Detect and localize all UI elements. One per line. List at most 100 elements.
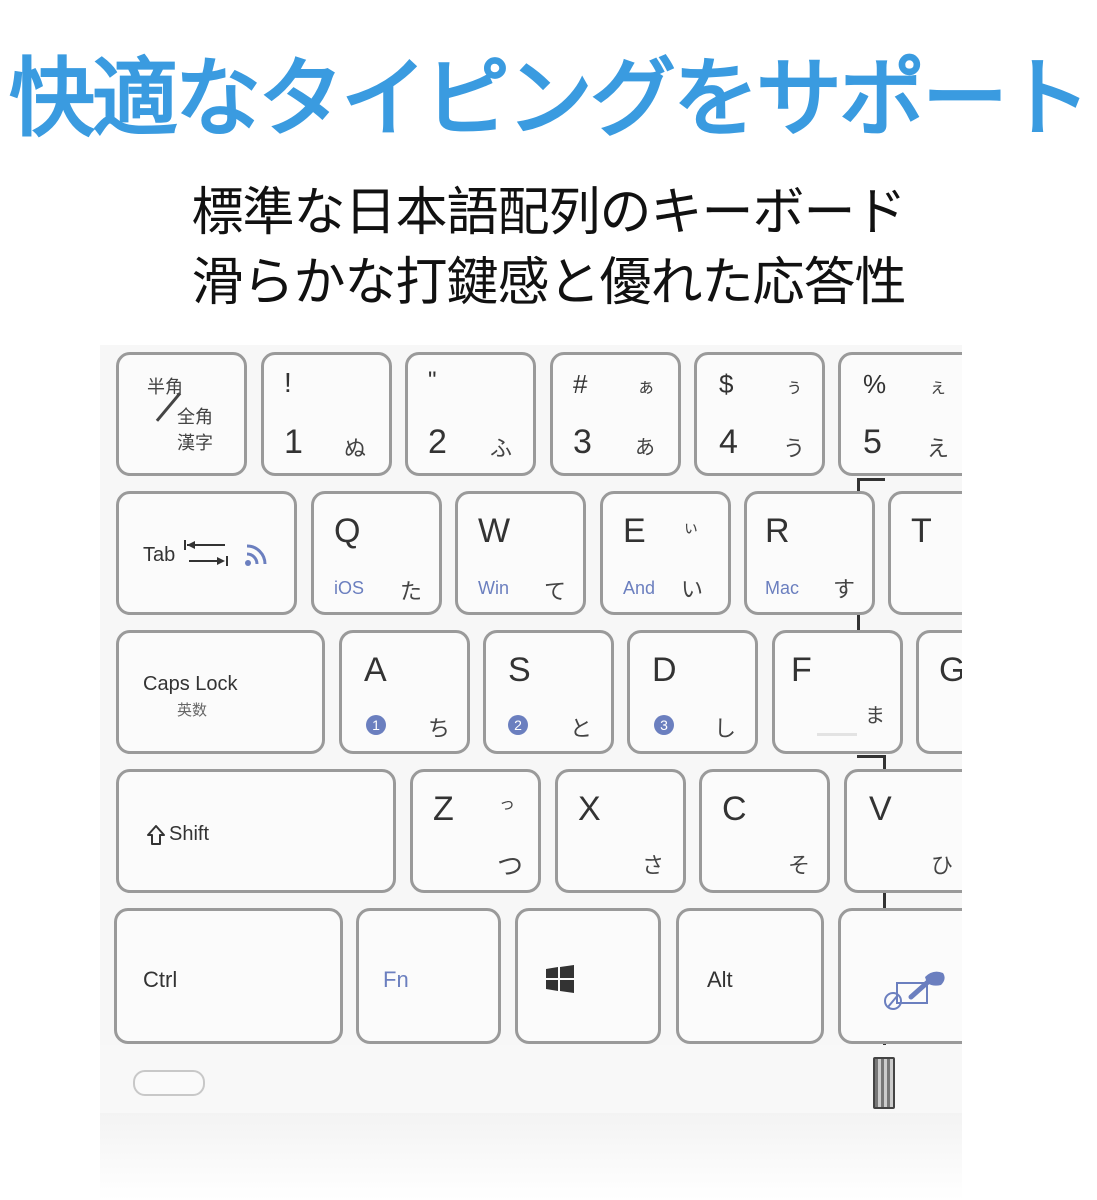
key-label-zenkaku: 全角 (177, 407, 213, 428)
key-kana: そ (788, 854, 811, 879)
key-kana-shift: ぇ (929, 377, 947, 398)
key-main-char: W (478, 512, 511, 550)
key-5[interactable]: % ぇ 5 え (838, 352, 962, 476)
key-kana: ひ (931, 854, 954, 879)
channel-2-badge: 2 (508, 715, 528, 735)
key-main-char: C (722, 790, 747, 828)
key-fn[interactable]: Fn (356, 908, 501, 1044)
key-shift-char: " (428, 367, 437, 394)
key-main-char: 1 (284, 423, 303, 461)
key-main-char: 3 (573, 423, 592, 461)
key-label-alt: Alt (707, 967, 733, 992)
key-kana: つ (497, 852, 524, 882)
key-c[interactable]: C そ (699, 769, 830, 893)
key-main-char: Q (334, 512, 361, 550)
key-3[interactable]: # ぁ 3 あ (550, 352, 681, 476)
key-g[interactable]: G (916, 630, 962, 754)
key-hankaku-zenkaku[interactable]: 半角 全角 漢字 (116, 352, 247, 476)
key-os-label: iOS (334, 578, 365, 598)
hinge-line (857, 755, 885, 758)
key-ctrl[interactable]: Ctrl (114, 908, 343, 1044)
key-z[interactable]: Z っ つ (410, 769, 541, 893)
key-capslock[interactable]: Caps Lock 英数 (116, 630, 325, 754)
key-main-char: Z (433, 790, 454, 828)
key-main-char: T (911, 512, 932, 550)
channel-1-badge: 1 (366, 715, 386, 735)
key-t[interactable]: T (888, 491, 962, 615)
key-shift[interactable]: Shift (116, 769, 396, 893)
key-kana: ふ (490, 437, 513, 462)
key-main-char: X (578, 790, 601, 828)
key-kana: た (400, 580, 423, 605)
key-kana: さ (642, 854, 665, 879)
keyboard-reflection (100, 1113, 962, 1200)
key-os-label: Win (478, 578, 509, 598)
key-label-shift: Shift (169, 823, 210, 845)
windows-logo-icon (546, 965, 574, 993)
hinge-cylinder (873, 1057, 895, 1109)
key-kana: す (833, 578, 856, 603)
key-alt[interactable]: Alt (676, 908, 824, 1044)
key-x[interactable]: X さ (555, 769, 686, 893)
keyboard-base (100, 1045, 962, 1113)
key-4[interactable]: $ ぅ 4 う (694, 352, 825, 476)
key-r[interactable]: R Mac す (744, 491, 875, 615)
key-kana: え (927, 437, 950, 462)
key-kana-shift: ぅ (785, 377, 803, 398)
key-main-char: A (364, 651, 387, 689)
key-label-eisu: 英数 (177, 701, 208, 719)
key-1[interactable]: ! 1 ぬ (261, 352, 392, 476)
key-label-capslock: Caps Lock (143, 673, 238, 695)
subheading-feel: 滑らかな打鍵感と優れた応答性 (191, 253, 906, 313)
key-main-char: G (939, 651, 962, 689)
key-e[interactable]: E ぃ And い (600, 491, 731, 615)
key-main-char: 4 (719, 423, 738, 461)
key-touchpad-toggle[interactable] (838, 908, 962, 1044)
key-main-char: 5 (863, 423, 882, 461)
key-main-char: V (869, 790, 892, 828)
key-os-label: Mac (765, 578, 800, 598)
key-label-kanji: 漢字 (177, 433, 213, 454)
key-main-char: 2 (428, 423, 447, 461)
key-kana-shift: っ (499, 794, 516, 813)
key-shift-char: % (863, 369, 887, 399)
key-kana: あ (635, 435, 655, 459)
power-indicator (133, 1070, 205, 1096)
key-d[interactable]: D 3 し (627, 630, 758, 754)
key-main-char: S (508, 651, 531, 689)
shift-arrow-icon (147, 825, 165, 845)
hinge-line (857, 478, 885, 481)
key-kana-shift: ぁ (637, 377, 655, 398)
key-main-char: D (652, 651, 677, 689)
key-kana-shift: ぃ (683, 518, 700, 537)
key-kana: い (681, 578, 704, 603)
home-position-bump (817, 733, 857, 736)
key-kana: ま (865, 703, 885, 727)
keyboard: 半角 全角 漢字 ! 1 ぬ " 2 ふ # ぁ 3 あ $ ぅ 4 う % ぇ… (100, 345, 962, 1113)
key-kana: し (714, 717, 737, 742)
key-s[interactable]: S 2 と (483, 630, 614, 754)
key-main-char: F (791, 651, 812, 689)
key-main-char: E (623, 512, 646, 550)
key-label-fn: Fn (383, 967, 409, 992)
key-kana: う (783, 437, 806, 462)
key-label-tab: Tab (143, 544, 176, 566)
key-kana: ぬ (344, 437, 367, 462)
key-windows[interactable] (515, 908, 661, 1044)
subheading-layout: 標準な日本語配列のキーボード (191, 183, 906, 243)
channel-3-badge: 3 (654, 715, 674, 735)
key-2[interactable]: " 2 ふ (405, 352, 536, 476)
key-shift-char: ! (284, 367, 292, 398)
key-main-char: R (765, 512, 790, 550)
key-tab[interactable]: Tab (116, 491, 297, 615)
key-v[interactable]: V ひ (844, 769, 962, 893)
key-w[interactable]: W Win て (455, 491, 586, 615)
key-q[interactable]: Q iOS た (311, 491, 442, 615)
key-f[interactable]: F ま (772, 630, 903, 754)
headline: 快適なタイピングをサポート (9, 49, 1091, 149)
key-kana: と (570, 717, 593, 742)
tab-arrows-icon (184, 540, 228, 566)
touchpad-toggle-icon (884, 971, 945, 1010)
bluetooth-signal-icon (245, 544, 267, 566)
key-a[interactable]: A 1 ち (339, 630, 470, 754)
